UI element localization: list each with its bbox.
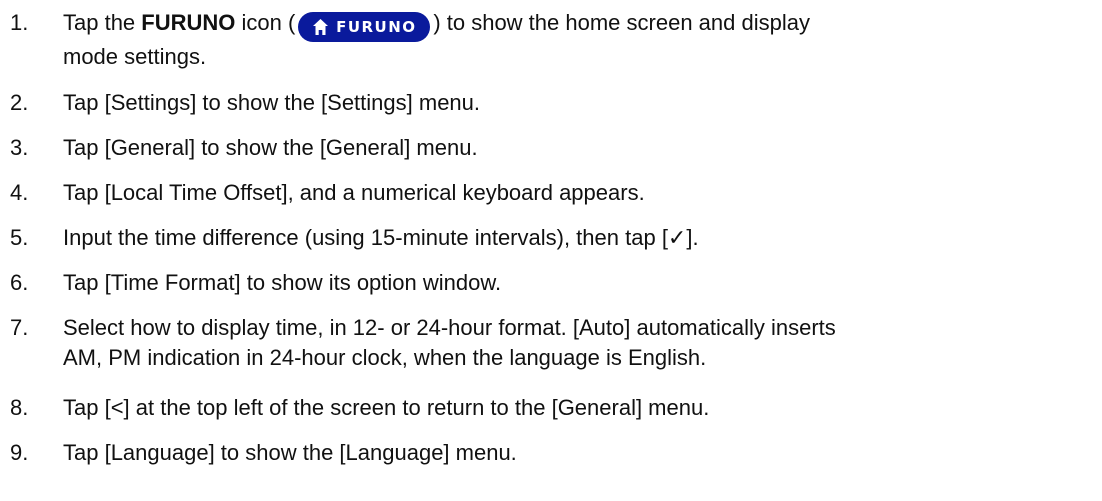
step-number: 2. [10,90,29,115]
step-text: Tap [Language] to show the [Language] me… [63,440,517,465]
step-text: Tap [Local Time Offset], and a numerical… [63,180,645,205]
step-number: 5. [10,225,29,250]
step-text: Tap [General] to show the [General] menu… [63,135,478,160]
step-text-line2: AM, PM indication in 24-hour clock, when… [63,345,707,370]
step-text-line2: mode settings. [63,44,207,69]
instruction-steps: 1. Tap the FURUNO icon (FURUNO) to show … [0,0,1102,501]
step-text: Tap [<] at the top left of the screen to… [63,395,710,420]
step-number: 3. [10,135,29,160]
step-1: 1. Tap the FURUNO icon (FURUNO) to show … [0,8,1102,72]
step-number: 8. [10,395,29,420]
home-icon [313,19,329,35]
step-number: 7. [10,315,29,340]
step-text: Select how to display time, in 12- or 24… [63,313,1094,373]
step-number: 9. [10,440,29,465]
step-text: Tap [Settings] to show the [Settings] me… [63,90,481,115]
furuno-bold-label: FURUNO [141,10,236,35]
step-text: Input the time difference (using 15-minu… [63,225,699,250]
step-text-line1: Select how to display time, in 12- or 24… [63,315,836,340]
furuno-icon-label: FURUNO [336,18,417,36]
step-number: 6. [10,270,29,295]
step-text-mid: icon ( [235,10,296,35]
step-number: 1. [10,10,29,35]
step-text-after: ) to show the home screen and display [433,10,810,35]
furuno-home-icon: FURUNO [298,12,431,42]
step-text: Tap the FURUNO icon (FURUNO) to show the… [63,8,1094,72]
step-text-prefix: Tap the [63,10,142,35]
step-7: 7. Select how to display time, in 12- or… [0,313,1102,377]
step-number: 4. [10,180,29,205]
step-text: Tap [Time Format] to show its option win… [63,270,502,295]
